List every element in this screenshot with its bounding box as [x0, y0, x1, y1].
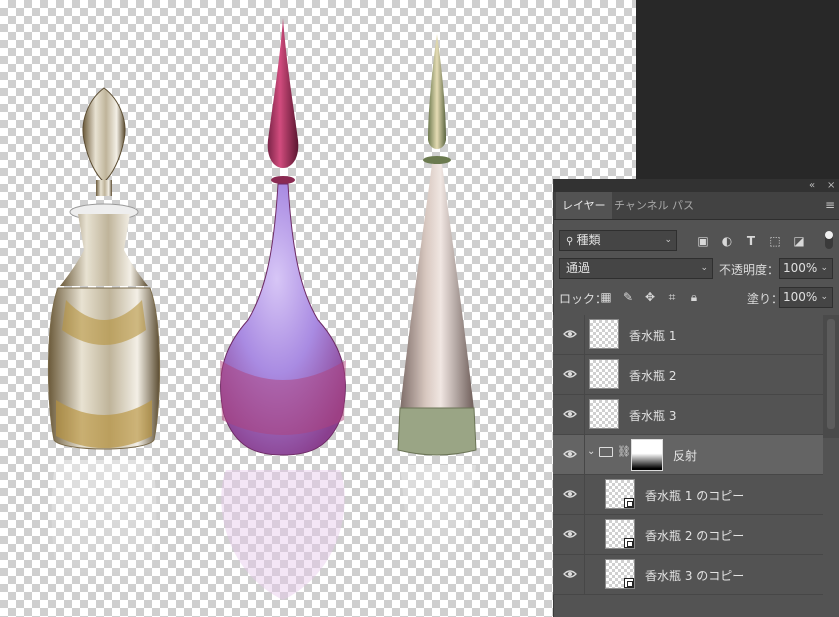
type-filter-icon[interactable]: T — [743, 233, 759, 249]
layer-group-row[interactable]: ⌄ ⛓︎ 反射 — [553, 435, 823, 475]
eye-icon[interactable] — [563, 489, 577, 499]
panel-title-bar: « × — [554, 179, 839, 192]
blend-row: 通過 ⌄ 不透明度： 100% ⌄ — [553, 257, 839, 281]
scrollbar-thumb[interactable] — [827, 319, 835, 429]
tab-layers[interactable]: レイヤー — [556, 192, 612, 219]
lock-row: ロック： ▦ ✎ ✥ ⌗ 🔒︎ 塗り： 100% ⌄ — [553, 286, 839, 310]
link-icon[interactable]: ⛓︎ — [617, 445, 631, 458]
layer-name[interactable]: 香水瓶 2 のコピー — [645, 527, 744, 544]
layer-thumbnail — [605, 519, 635, 549]
chevron-down-icon: ⌄ — [820, 292, 828, 302]
close-icon[interactable]: × — [827, 179, 835, 192]
fill-label: 塗り： — [747, 292, 784, 306]
divider — [584, 435, 585, 475]
layer-name[interactable]: 香水瓶 2 — [629, 367, 676, 384]
opacity-value: 100% — [783, 261, 818, 275]
eye-icon[interactable] — [563, 569, 577, 579]
divider — [584, 555, 585, 595]
smart-object-filter-icon[interactable]: ◪ — [791, 233, 807, 249]
smart-object-icon — [624, 498, 634, 508]
folder-icon — [599, 447, 613, 457]
divider — [584, 355, 585, 395]
layer-name[interactable]: 香水瓶 3 — [629, 407, 676, 424]
eye-icon[interactable] — [563, 369, 577, 379]
lock-transparency-icon[interactable]: ▦ — [598, 289, 614, 305]
chevron-down-icon: ⌄ — [664, 235, 672, 245]
layer-row[interactable]: 香水瓶 2 — [553, 355, 823, 395]
layer-name[interactable]: 香水瓶 1 のコピー — [645, 487, 744, 504]
chevron-down-icon[interactable]: ⌄ — [587, 446, 595, 457]
lock-position-icon[interactable]: ✥ — [642, 289, 658, 305]
chevron-down-icon: ⌄ — [700, 263, 708, 273]
image-filter-icon[interactable]: ▣ — [695, 233, 711, 249]
adjustment-filter-icon[interactable]: ◐ — [719, 233, 735, 249]
layer-thumbnail — [605, 479, 635, 509]
double-chevron-left-icon[interactable]: « — [809, 179, 815, 192]
smart-object-icon — [624, 578, 634, 588]
chevron-down-icon: ⌄ — [820, 263, 828, 273]
panel-menu-icon[interactable]: ≡ — [825, 198, 835, 212]
bottle-2 — [220, 18, 346, 600]
layer-row[interactable]: 香水瓶 1 のコピー — [553, 475, 823, 515]
canvas-artwork — [47, 18, 477, 600]
fill-value: 100% — [783, 290, 818, 304]
filter-kind-select[interactable]: ⚲ 種類 ⌄ — [559, 230, 677, 251]
filter-row: ⚲ 種類 ⌄ ▣ ◐ T ⬚ ◪ — [553, 229, 839, 253]
fill-input[interactable]: 100% ⌄ — [779, 287, 833, 308]
divider — [584, 315, 585, 355]
filter-kind-value: 種類 — [576, 233, 601, 247]
layer-thumbnail — [589, 319, 619, 349]
search-icon: ⚲ — [566, 236, 577, 247]
divider — [584, 475, 585, 515]
blend-mode-value: 通過 — [566, 261, 591, 275]
layer-name[interactable]: 香水瓶 3 のコピー — [645, 567, 744, 584]
layer-name[interactable]: 香水瓶 1 — [629, 327, 676, 344]
panel-tabs: レイヤー チャンネル パス ≡ — [554, 192, 839, 220]
lock-artboard-icon[interactable]: ⌗ — [664, 289, 680, 305]
shape-filter-icon[interactable]: ⬚ — [767, 233, 783, 249]
layer-row[interactable]: 香水瓶 3 — [553, 395, 823, 435]
opacity-label: 不透明度： — [719, 263, 780, 277]
tab-channels[interactable]: チャンネル — [608, 192, 675, 219]
layer-row[interactable]: 香水瓶 3 のコピー — [553, 555, 823, 595]
layer-thumbnail — [589, 399, 619, 429]
layer-thumbnail — [605, 559, 635, 589]
lock-all-icon[interactable]: 🔒︎ — [686, 289, 702, 305]
layer-thumbnail — [589, 359, 619, 389]
eye-icon[interactable] — [563, 449, 577, 459]
document-canvas[interactable] — [0, 0, 636, 617]
layer-row[interactable]: 香水瓶 1 — [553, 315, 823, 355]
layer-row[interactable]: 香水瓶 2 のコピー — [553, 515, 823, 555]
divider — [584, 395, 585, 435]
layer-name[interactable]: 反射 — [673, 447, 697, 464]
bottle-1 — [47, 87, 161, 590]
bottle-3 — [397, 34, 477, 568]
eye-icon[interactable] — [563, 409, 577, 419]
smart-object-icon — [624, 538, 634, 548]
eye-icon[interactable] — [563, 329, 577, 339]
lock-paint-icon[interactable]: ✎ — [620, 289, 636, 305]
layers-scrollbar[interactable] — [823, 315, 839, 438]
layer-mask-thumbnail[interactable] — [631, 439, 663, 471]
divider — [584, 515, 585, 555]
blend-mode-select[interactable]: 通過 ⌄ — [559, 258, 713, 279]
eye-icon[interactable] — [563, 529, 577, 539]
filter-toggle[interactable] — [825, 231, 833, 249]
opacity-input[interactable]: 100% ⌄ — [779, 258, 833, 279]
tab-paths[interactable]: パス — [666, 192, 700, 219]
